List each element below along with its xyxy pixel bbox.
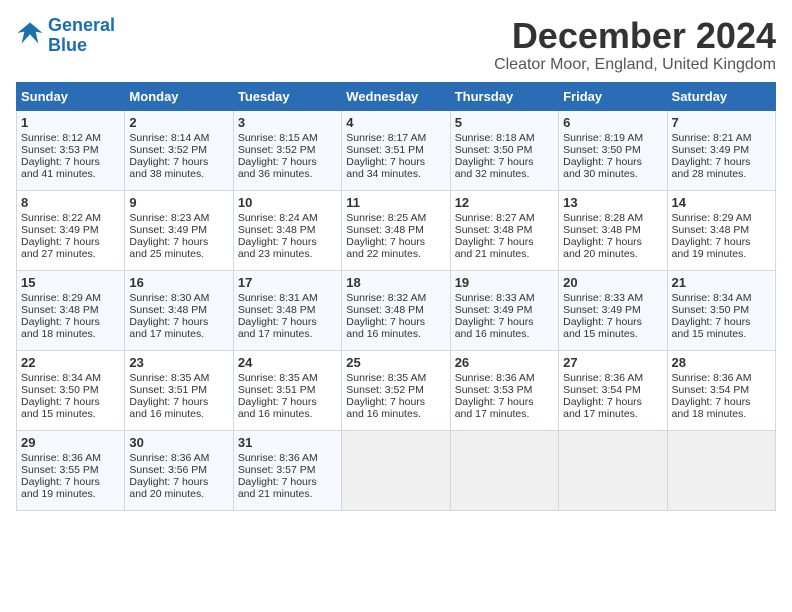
page-header: General Blue December 2024 Cleator Moor,… xyxy=(16,16,776,74)
calendar-day-18: 18Sunrise: 8:32 AMSunset: 3:48 PMDayligh… xyxy=(342,270,450,350)
calendar-week-4: 22Sunrise: 8:34 AMSunset: 3:50 PMDayligh… xyxy=(17,350,776,430)
calendar-day-31: 31Sunrise: 8:36 AMSunset: 3:57 PMDayligh… xyxy=(233,430,341,510)
calendar-day-21: 21Sunrise: 8:34 AMSunset: 3:50 PMDayligh… xyxy=(667,270,775,350)
calendar-day-25: 25Sunrise: 8:35 AMSunset: 3:52 PMDayligh… xyxy=(342,350,450,430)
calendar-week-1: 1Sunrise: 8:12 AMSunset: 3:53 PMDaylight… xyxy=(17,110,776,190)
calendar-day-10: 10Sunrise: 8:24 AMSunset: 3:48 PMDayligh… xyxy=(233,190,341,270)
title-block: December 2024 Cleator Moor, England, Uni… xyxy=(494,16,776,74)
calendar-header-row: Sunday Monday Tuesday Wednesday Thursday… xyxy=(17,82,776,110)
calendar-day-empty xyxy=(450,430,558,510)
calendar-day-5: 5Sunrise: 8:18 AMSunset: 3:50 PMDaylight… xyxy=(450,110,558,190)
calendar-table: Sunday Monday Tuesday Wednesday Thursday… xyxy=(16,82,776,511)
calendar-week-2: 8Sunrise: 8:22 AMSunset: 3:49 PMDaylight… xyxy=(17,190,776,270)
calendar-day-22: 22Sunrise: 8:34 AMSunset: 3:50 PMDayligh… xyxy=(17,350,125,430)
logo: General Blue xyxy=(16,16,115,56)
calendar-day-3: 3Sunrise: 8:15 AMSunset: 3:52 PMDaylight… xyxy=(233,110,341,190)
calendar-day-4: 4Sunrise: 8:17 AMSunset: 3:51 PMDaylight… xyxy=(342,110,450,190)
logo-icon xyxy=(16,19,44,47)
calendar-week-5: 29Sunrise: 8:36 AMSunset: 3:55 PMDayligh… xyxy=(17,430,776,510)
calendar-day-24: 24Sunrise: 8:35 AMSunset: 3:51 PMDayligh… xyxy=(233,350,341,430)
calendar-day-7: 7Sunrise: 8:21 AMSunset: 3:49 PMDaylight… xyxy=(667,110,775,190)
col-monday: Monday xyxy=(125,82,233,110)
calendar-day-28: 28Sunrise: 8:36 AMSunset: 3:54 PMDayligh… xyxy=(667,350,775,430)
calendar-day-14: 14Sunrise: 8:29 AMSunset: 3:48 PMDayligh… xyxy=(667,190,775,270)
calendar-day-empty xyxy=(667,430,775,510)
col-tuesday: Tuesday xyxy=(233,82,341,110)
col-sunday: Sunday xyxy=(17,82,125,110)
col-friday: Friday xyxy=(559,82,667,110)
calendar-day-19: 19Sunrise: 8:33 AMSunset: 3:49 PMDayligh… xyxy=(450,270,558,350)
col-thursday: Thursday xyxy=(450,82,558,110)
calendar-day-30: 30Sunrise: 8:36 AMSunset: 3:56 PMDayligh… xyxy=(125,430,233,510)
calendar-day-2: 2Sunrise: 8:14 AMSunset: 3:52 PMDaylight… xyxy=(125,110,233,190)
calendar-day-empty xyxy=(559,430,667,510)
page-title: December 2024 xyxy=(494,16,776,56)
calendar-day-16: 16Sunrise: 8:30 AMSunset: 3:48 PMDayligh… xyxy=(125,270,233,350)
calendar-day-6: 6Sunrise: 8:19 AMSunset: 3:50 PMDaylight… xyxy=(559,110,667,190)
calendar-week-3: 15Sunrise: 8:29 AMSunset: 3:48 PMDayligh… xyxy=(17,270,776,350)
calendar-day-17: 17Sunrise: 8:31 AMSunset: 3:48 PMDayligh… xyxy=(233,270,341,350)
calendar-day-20: 20Sunrise: 8:33 AMSunset: 3:49 PMDayligh… xyxy=(559,270,667,350)
calendar-day-empty xyxy=(342,430,450,510)
calendar-day-8: 8Sunrise: 8:22 AMSunset: 3:49 PMDaylight… xyxy=(17,190,125,270)
logo-text: General Blue xyxy=(48,16,115,56)
calendar-day-27: 27Sunrise: 8:36 AMSunset: 3:54 PMDayligh… xyxy=(559,350,667,430)
page-subtitle: Cleator Moor, England, United Kingdom xyxy=(494,56,776,74)
calendar-day-1: 1Sunrise: 8:12 AMSunset: 3:53 PMDaylight… xyxy=(17,110,125,190)
calendar-day-9: 9Sunrise: 8:23 AMSunset: 3:49 PMDaylight… xyxy=(125,190,233,270)
calendar-day-29: 29Sunrise: 8:36 AMSunset: 3:55 PMDayligh… xyxy=(17,430,125,510)
calendar-day-12: 12Sunrise: 8:27 AMSunset: 3:48 PMDayligh… xyxy=(450,190,558,270)
calendar-day-11: 11Sunrise: 8:25 AMSunset: 3:48 PMDayligh… xyxy=(342,190,450,270)
calendar-day-15: 15Sunrise: 8:29 AMSunset: 3:48 PMDayligh… xyxy=(17,270,125,350)
calendar-day-13: 13Sunrise: 8:28 AMSunset: 3:48 PMDayligh… xyxy=(559,190,667,270)
col-wednesday: Wednesday xyxy=(342,82,450,110)
calendar-day-26: 26Sunrise: 8:36 AMSunset: 3:53 PMDayligh… xyxy=(450,350,558,430)
col-saturday: Saturday xyxy=(667,82,775,110)
calendar-day-23: 23Sunrise: 8:35 AMSunset: 3:51 PMDayligh… xyxy=(125,350,233,430)
